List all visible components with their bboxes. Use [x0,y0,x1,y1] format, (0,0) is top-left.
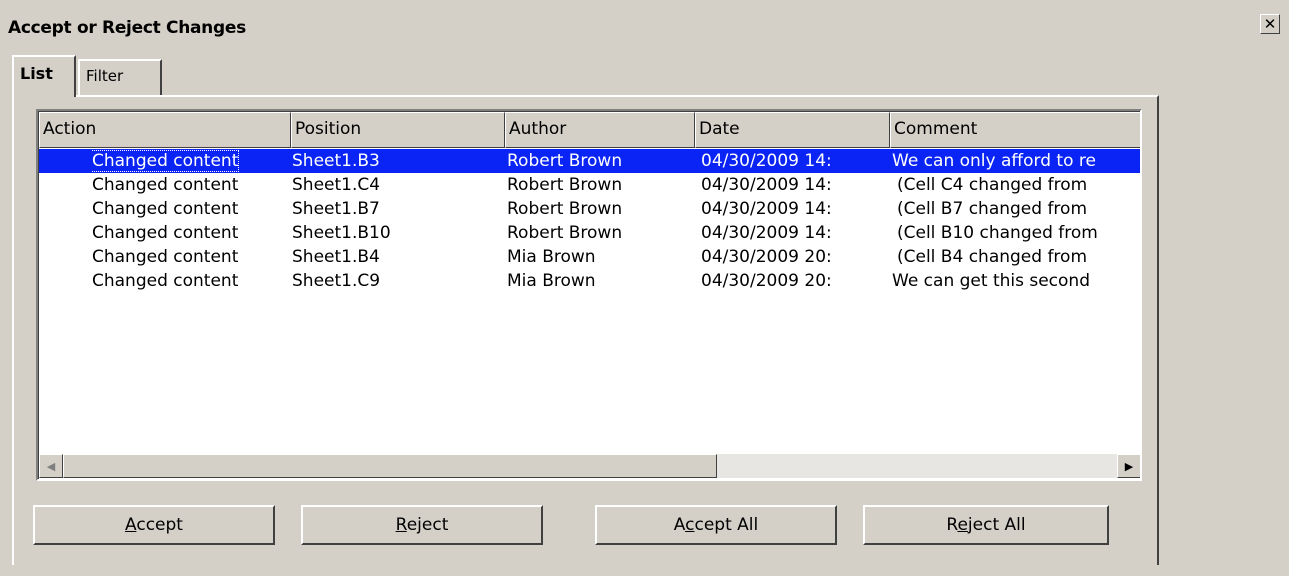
position-cell: Sheet1.C9 [292,271,381,291]
comment-cell: (Cell B10 changed from [897,223,1098,243]
date-cell: 04/30/2009 14: [701,151,832,171]
table-row[interactable]: Changed content Sheet1.C4 Robert Brown 0… [39,173,1140,197]
author-cell: Mia Brown [507,271,596,291]
close-icon: ✕ [1263,14,1277,33]
date-cell: 04/30/2009 14: [701,223,832,243]
accept-all-button[interactable]: Accept All [595,505,837,545]
column-header-action[interactable]: Action [39,112,291,148]
column-header-position[interactable]: Position [291,112,505,148]
position-cell: Sheet1.C4 [292,175,381,195]
column-header-date[interactable]: Date [695,112,890,148]
column-header-comment[interactable]: Comment [890,112,1140,148]
table-row[interactable]: Changed content Sheet1.C9 Mia Brown 04/3… [39,269,1140,293]
comment-cell: We can only afford to re [892,151,1096,171]
comment-cell: (Cell B4 changed from [897,247,1088,267]
list-tab-panel: Action Position Author Date Comment Chan… [12,95,1159,565]
action-cell: Changed content [92,199,239,219]
scroll-right-button[interactable]: ▶ [1117,454,1140,478]
changes-list[interactable]: Action Position Author Date Comment Chan… [36,109,1142,481]
action-cell: Changed content [92,175,239,195]
arrow-left-icon: ◀ [46,459,56,473]
tab-filter[interactable]: Filter [78,59,162,95]
author-cell: Robert Brown [507,223,623,243]
comment-cell: We can get this second [892,271,1090,291]
date-cell: 04/30/2009 20: [701,271,832,291]
position-cell: Sheet1.B10 [292,223,391,243]
column-header-row: Action Position Author Date Comment [39,112,1140,148]
accept-label: Accept [125,515,183,535]
reject-label: Reject [395,515,449,535]
action-cell: Changed content [92,150,240,172]
reject-all-button[interactable]: Reject All [863,505,1109,545]
table-row[interactable]: Changed content Sheet1.B7 Robert Brown 0… [39,197,1140,221]
date-cell: 04/30/2009 20: [701,247,832,267]
comment-cell: (Cell C4 changed from [897,175,1088,195]
table-row[interactable]: Changed content Sheet1.B4 Mia Brown 04/3… [39,245,1140,269]
date-cell: 04/30/2009 14: [701,175,832,195]
scrollbar-thumb[interactable] [63,454,717,478]
position-cell: Sheet1.B4 [292,247,380,267]
comment-cell: (Cell B7 changed from [897,199,1088,219]
scroll-left-button[interactable]: ◀ [39,454,63,478]
title-bar: Accept or Reject Changes ✕ [0,0,1289,46]
action-cell: Changed content [92,223,239,243]
author-cell: Robert Brown [507,199,623,219]
author-cell: Robert Brown [507,151,623,171]
close-button[interactable]: ✕ [1260,14,1280,34]
reject-all-label: Reject All [946,515,1026,535]
author-cell: Robert Brown [507,175,623,195]
reject-button[interactable]: Reject [301,505,543,545]
date-cell: 04/30/2009 14: [701,199,832,219]
position-cell: Sheet1.B7 [292,199,380,219]
accept-button[interactable]: Accept [33,505,275,545]
dialog-title: Accept or Reject Changes [8,18,246,38]
table-row[interactable]: Changed content Sheet1.B3 Robert Brown 0… [39,149,1140,173]
action-cell: Changed content [92,271,239,291]
tab-list[interactable]: List [12,55,76,97]
horizontal-scrollbar[interactable]: ◀ ▶ [39,454,1140,478]
arrow-right-icon: ▶ [1124,459,1134,473]
action-cell: Changed content [92,247,239,267]
column-header-author[interactable]: Author [505,112,695,148]
table-row[interactable]: Changed content Sheet1.B10 Robert Brown … [39,221,1140,245]
position-cell: Sheet1.B3 [292,151,380,171]
accept-all-label: Accept All [673,515,759,535]
author-cell: Mia Brown [507,247,596,267]
